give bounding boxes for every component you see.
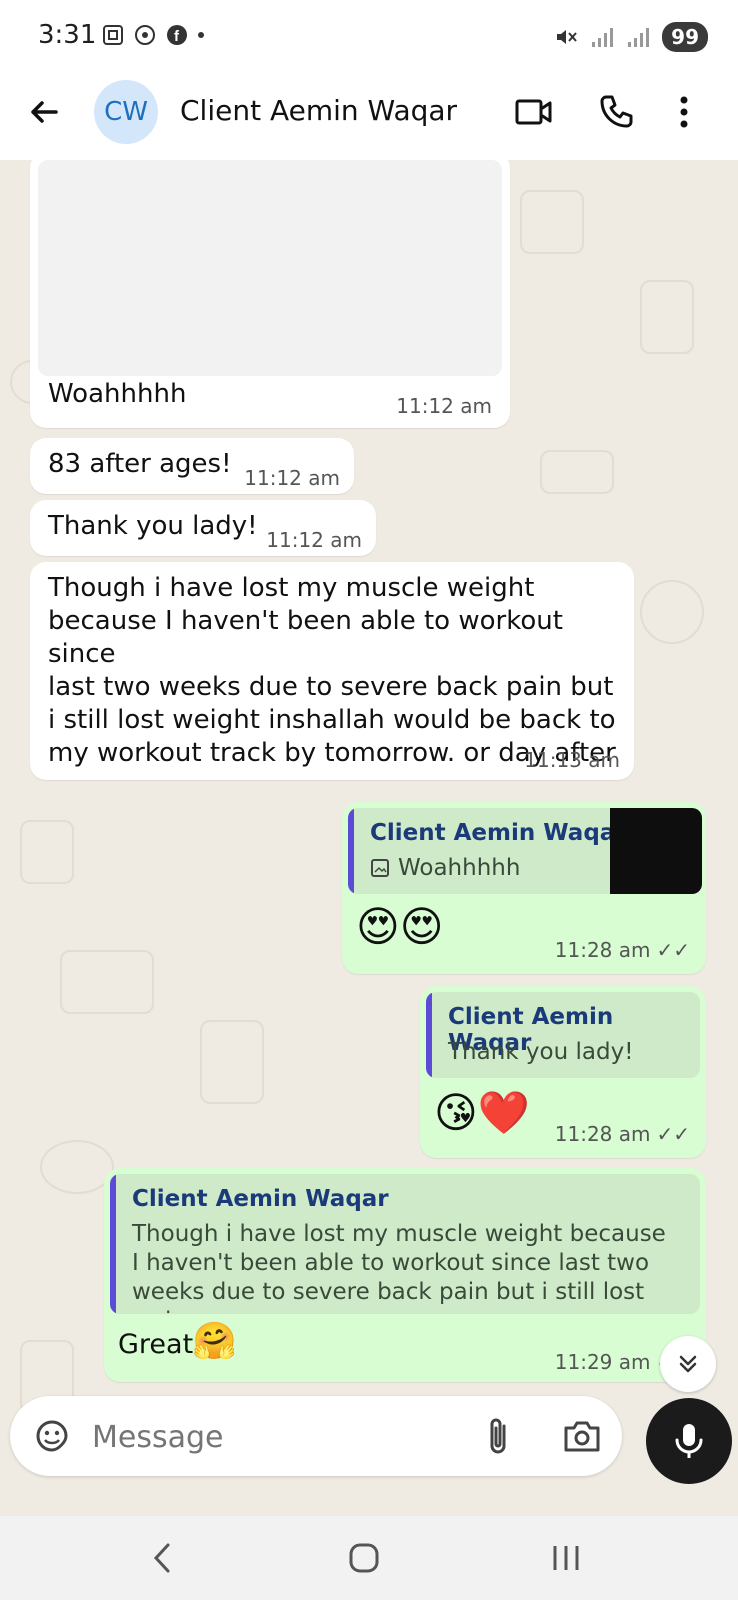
sticker-button[interactable]	[32, 1416, 72, 1456]
wallpaper-doodle	[540, 450, 614, 494]
quote-bar	[348, 808, 354, 894]
status-time: 3:31	[38, 20, 97, 50]
outgoing-reply-message[interactable]: Client Aemin Waqar Woahhhhh 😍😍 11:28 am ✓…	[342, 802, 706, 974]
screenshot-icon	[103, 25, 123, 45]
message-time: 11:12 am	[244, 466, 340, 490]
quote-thumbnail	[610, 808, 702, 894]
incoming-image-message[interactable]: Woahhhhh 11:12 am	[30, 160, 510, 428]
back-button[interactable]	[24, 92, 64, 132]
paperclip-icon	[490, 1418, 506, 1454]
wallpaper-doodle	[520, 190, 584, 254]
video-call-button[interactable]	[512, 90, 556, 134]
battery-indicator: 99	[662, 22, 708, 52]
attach-button[interactable]	[478, 1414, 518, 1458]
mute-icon	[557, 30, 577, 44]
quote-author: Client Aemin Waqar	[370, 820, 627, 846]
message-line: last two weeks due to severe back pain b…	[48, 672, 614, 702]
message-text: Woahhhhh	[48, 379, 187, 409]
wallpaper-doodle	[20, 820, 74, 884]
double-check-icon: ✓✓	[656, 938, 690, 962]
quote-line: weeks due to severe back pain but i stil…	[132, 1279, 645, 1314]
quoted-message[interactable]: Client Aemin Waqar Thank you lady!	[426, 992, 700, 1078]
emoji-reaction-text: 😘❤️	[434, 1088, 531, 1137]
quote-text: Woahhhhh	[398, 855, 521, 881]
message-time: 11:12 am	[396, 394, 492, 418]
quote-text: Thank you lady!	[448, 1039, 634, 1065]
message-text: Thank you lady!	[48, 511, 258, 541]
outgoing-reply-message[interactable]: Client Aemin Waqar Though i have lost my…	[104, 1168, 706, 1382]
message-text: Though i have lost my muscle weight beca…	[48, 572, 634, 770]
chevron-left-icon	[153, 1543, 170, 1573]
more-vertical-icon	[680, 96, 688, 128]
quoted-message[interactable]: Client Aemin Waqar Though i have lost my…	[110, 1174, 700, 1314]
wallpaper-doodle	[640, 580, 704, 644]
incoming-message[interactable]: 83 after ages! 11:12 am	[30, 438, 354, 494]
signal-icon-2	[628, 28, 650, 47]
contact-name[interactable]: Client Aemin Waqar	[180, 94, 457, 127]
wallpaper-doodle	[40, 1140, 114, 1194]
outgoing-reply-message[interactable]: Client Aemin Waqar Thank you lady! 😘❤️ 1…	[420, 986, 706, 1158]
nav-back-button[interactable]	[132, 1534, 192, 1582]
quote-text: Though i have lost my muscle weight beca…	[132, 1220, 700, 1314]
quote-line: Though i have lost my muscle weight beca…	[132, 1221, 666, 1247]
signal-icon	[592, 28, 614, 47]
image-icon	[371, 859, 389, 877]
message-line: because I haven't been able to workout s…	[48, 606, 563, 669]
video-camera-icon	[515, 99, 552, 125]
voice-message-button[interactable]	[646, 1398, 732, 1484]
hugging-emoji: 🤗	[192, 1321, 237, 1362]
quote-line: I haven't been able to workout since las…	[132, 1250, 650, 1276]
camera-button[interactable]	[560, 1414, 604, 1458]
camera-icon	[564, 1421, 600, 1452]
message-time: 11:28 am ✓✓	[554, 1122, 690, 1146]
wallpaper-doodle	[640, 280, 694, 354]
message-text: Great	[118, 1329, 194, 1360]
message-text: 83 after ages!	[48, 449, 232, 479]
nav-recents-button[interactable]	[536, 1534, 596, 1582]
wallpaper-doodle	[60, 950, 154, 1014]
quote-bar	[426, 992, 432, 1078]
message-time: 11:12 am	[266, 528, 362, 552]
dot-icon	[198, 32, 204, 38]
message-input[interactable]	[90, 1414, 454, 1460]
arrow-left-icon	[31, 101, 58, 123]
message-input-bar	[10, 1396, 622, 1476]
recents-icon	[553, 1546, 579, 1570]
contact-avatar[interactable]: CW	[94, 80, 158, 144]
message-image-placeholder[interactable]	[38, 160, 502, 376]
voice-call-button[interactable]	[594, 90, 638, 134]
status-bar: 3:31 f 99	[0, 0, 738, 76]
incoming-message[interactable]: Though i have lost my muscle weight beca…	[30, 562, 634, 780]
double-check-icon: ✓✓	[656, 1122, 690, 1146]
message-time: 11:28 am ✓✓	[554, 938, 690, 962]
home-icon	[349, 1543, 379, 1573]
app-notification-icon	[135, 25, 155, 45]
quoted-message[interactable]: Client Aemin Waqar Woahhhhh	[348, 808, 702, 894]
chat-area[interactable]: Woahhhhh 11:12 am 83 after ages! 11:12 a…	[0, 160, 738, 1516]
emoji-reaction-text: 😍😍	[356, 902, 444, 951]
status-icons-left: f	[102, 24, 204, 46]
message-time: 11:13 am	[524, 748, 620, 772]
message-line: i still lost weight inshallah would be b…	[48, 705, 616, 735]
chat-header: CW Client Aemin Waqar	[0, 76, 738, 160]
quote-bar	[110, 1174, 116, 1314]
quote-author: Client Aemin Waqar	[132, 1186, 389, 1212]
message-line: Though i have lost my muscle weight	[48, 573, 535, 603]
wallpaper-doodle	[200, 1020, 264, 1104]
nav-home-button[interactable]	[334, 1534, 394, 1582]
sticker-icon	[36, 1420, 68, 1452]
status-icons-right: 99	[554, 22, 708, 52]
facebook-icon: f	[167, 25, 187, 45]
double-chevron-down-icon	[679, 1355, 697, 1373]
microphone-icon	[675, 1424, 703, 1458]
more-options-button[interactable]	[662, 90, 706, 134]
incoming-message[interactable]: Thank you lady! 11:12 am	[30, 500, 376, 556]
phone-icon	[600, 95, 633, 128]
system-nav-bar	[0, 1516, 738, 1600]
scroll-to-bottom-button[interactable]	[660, 1336, 716, 1392]
